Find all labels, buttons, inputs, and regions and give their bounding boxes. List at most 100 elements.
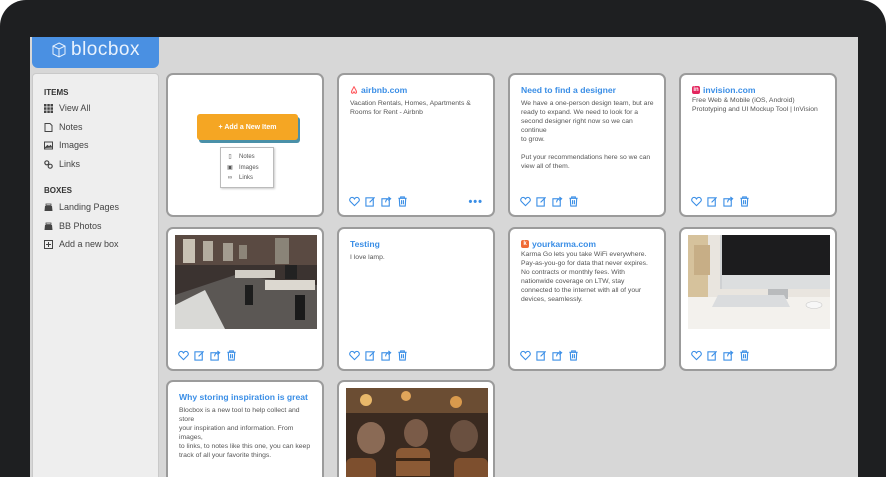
- sidebar-box-label: BB Photos: [59, 221, 102, 231]
- card-description: We have a one-person design team, but ar…: [521, 100, 654, 170]
- share-icon[interactable]: [381, 196, 392, 207]
- share-icon[interactable]: [552, 350, 563, 361]
- card-actions: [178, 350, 237, 361]
- grid-icon: [44, 103, 53, 113]
- card-bar-photo[interactable]: [337, 380, 495, 477]
- trash-icon[interactable]: [568, 196, 579, 207]
- share-icon[interactable]: [723, 350, 734, 361]
- sidebar-item-view-all[interactable]: View All: [44, 103, 90, 113]
- card-testing-note[interactable]: Testing I love lamp.: [337, 227, 495, 371]
- trash-icon[interactable]: [739, 350, 750, 361]
- card-description: I love lamp.: [350, 254, 385, 261]
- card-description: Karma Go lets you take WiFi everywhere. …: [521, 251, 648, 303]
- card-actions: [349, 350, 408, 361]
- sidebar-box-landing-pages[interactable]: Landing Pages: [44, 202, 119, 212]
- card-invision[interactable]: in invision.com Free Web & Mobile (iOS, …: [679, 73, 837, 217]
- menu-item-label: Links: [239, 175, 254, 181]
- plus-square-icon: [44, 239, 53, 249]
- boxes-section-title: BOXES: [44, 186, 73, 195]
- sidebar-item-links[interactable]: Links: [44, 159, 80, 169]
- menu-item-label: Notes: [239, 153, 255, 160]
- edit-icon[interactable]: [707, 350, 718, 361]
- add-menu-item-images[interactable]: ▣ Images: [227, 164, 259, 172]
- menu-item-label: Images: [239, 164, 259, 171]
- invision-logo-icon: in: [692, 86, 700, 94]
- image-icon: ▣: [227, 165, 233, 171]
- sidebar-add-new-box[interactable]: Add a new box: [44, 239, 119, 249]
- share-icon[interactable]: [381, 350, 392, 361]
- card-title[interactable]: Need to find a designer: [521, 85, 616, 95]
- sidebar-box-bb-photos[interactable]: BB Photos: [44, 221, 102, 231]
- add-menu-item-notes[interactable]: ▯ Notes: [227, 153, 255, 161]
- app-logo[interactable]: blocbox: [32, 37, 159, 68]
- add-new-item-button[interactable]: + Add a New Item: [197, 114, 298, 140]
- card-title[interactable]: airbnb.com: [350, 85, 407, 95]
- heart-icon[interactable]: [349, 350, 360, 361]
- heart-icon[interactable]: [691, 350, 702, 361]
- card-actions: [520, 196, 579, 207]
- edit-icon[interactable]: [536, 350, 547, 361]
- card-inspiration-note[interactable]: Why storing inspiration is great Blocbox…: [166, 380, 324, 477]
- airbnb-logo-icon: [350, 86, 358, 94]
- sidebar-item-images[interactable]: Images: [44, 140, 89, 150]
- box-icon: [44, 203, 53, 211]
- yourkarma-logo-icon: k: [521, 240, 529, 248]
- add-menu-item-links[interactable]: ∞ Links: [227, 175, 253, 181]
- heart-icon[interactable]: [178, 350, 189, 361]
- share-icon[interactable]: [723, 196, 734, 207]
- trash-icon[interactable]: [739, 196, 750, 207]
- card-title[interactable]: Testing: [350, 239, 380, 249]
- note-icon: ▯: [228, 154, 232, 160]
- sidebar-item-label: View All: [59, 103, 91, 113]
- heart-icon[interactable]: [520, 196, 531, 207]
- edit-icon[interactable]: [365, 196, 376, 207]
- card-yourkarma[interactable]: k yourkarma.com Karma Go lets you take W…: [508, 227, 666, 371]
- link-icon: [44, 159, 53, 169]
- card-title-text: invision.com: [703, 85, 756, 95]
- trash-icon[interactable]: [397, 350, 408, 361]
- bar-photo-image: [346, 388, 488, 477]
- card-title[interactable]: in invision.com: [692, 85, 756, 95]
- card-desk-photo[interactable]: [679, 227, 837, 371]
- edit-icon[interactable]: [194, 350, 205, 361]
- items-section-title: ITEMS: [44, 88, 69, 97]
- office-photo-image: [175, 235, 317, 329]
- link-icon: ∞: [227, 175, 233, 181]
- heart-icon[interactable]: [520, 350, 531, 361]
- share-icon[interactable]: [210, 350, 221, 361]
- sidebar: ITEMS View All Notes Images Links BOXES …: [32, 73, 159, 477]
- more-options-button[interactable]: •••: [468, 196, 483, 208]
- card-description: Vacation Rentals, Homes, Apartments & Ro…: [350, 100, 471, 116]
- card-actions: [691, 196, 750, 207]
- edit-icon[interactable]: [536, 196, 547, 207]
- card-title[interactable]: k yourkarma.com: [521, 239, 596, 249]
- card-actions: [349, 196, 408, 207]
- app-screen: blocbox ITEMS View All Notes Images Link…: [30, 37, 858, 477]
- note-icon: [44, 122, 53, 132]
- logo-text: blocbox: [71, 38, 140, 60]
- trash-icon[interactable]: [226, 350, 237, 361]
- heart-icon[interactable]: [691, 196, 702, 207]
- card-actions: [520, 350, 579, 361]
- card-designer-note[interactable]: Need to find a designer We have a one-pe…: [508, 73, 666, 217]
- sidebar-item-label: Notes: [59, 122, 83, 132]
- card-office-photo[interactable]: [166, 227, 324, 371]
- card-title[interactable]: Why storing inspiration is great: [179, 392, 308, 402]
- sidebar-box-label: Add a new box: [59, 239, 119, 249]
- add-item-menu: ▯ Notes ▣ Images ∞ Links: [220, 147, 274, 188]
- sidebar-item-notes[interactable]: Notes: [44, 122, 83, 132]
- card-description: Blocbox is a new tool to help collect an…: [179, 407, 311, 459]
- sidebar-item-label: Images: [59, 140, 89, 150]
- edit-icon[interactable]: [365, 350, 376, 361]
- cube-logo-icon: [52, 41, 66, 58]
- trash-icon[interactable]: [568, 350, 579, 361]
- card-title-text: airbnb.com: [361, 85, 408, 95]
- card-description: Free Web & Mobile (iOS, Android) Prototy…: [692, 97, 818, 113]
- card-title-text: Why storing inspiration is great: [179, 392, 308, 402]
- trash-icon[interactable]: [397, 196, 408, 207]
- share-icon[interactable]: [552, 196, 563, 207]
- add-item-card: + Add a New Item ▯ Notes ▣ Images ∞ Link…: [166, 73, 324, 217]
- edit-icon[interactable]: [707, 196, 718, 207]
- heart-icon[interactable]: [349, 196, 360, 207]
- card-airbnb[interactable]: airbnb.com Vacation Rentals, Homes, Apar…: [337, 73, 495, 217]
